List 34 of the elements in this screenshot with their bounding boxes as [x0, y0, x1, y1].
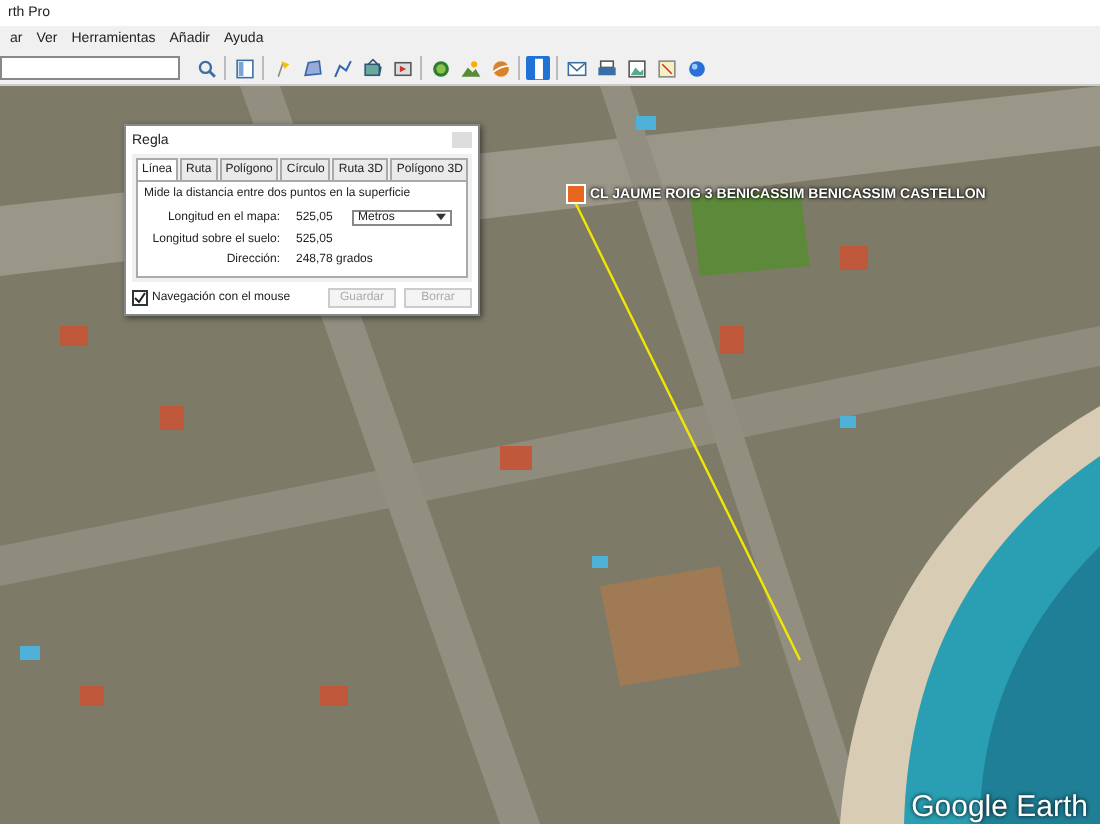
path-icon [331, 57, 353, 79]
map-icon [655, 57, 677, 79]
clock-icon [429, 57, 451, 79]
placemark-icon[interactable] [566, 184, 586, 204]
toolbar-button[interactable] [300, 56, 324, 80]
toolbar-button[interactable] [564, 56, 588, 80]
toolbar-button[interactable] [330, 56, 354, 80]
toolbar-button[interactable] [526, 56, 550, 80]
email-icon [565, 57, 587, 79]
toolbar-button[interactable] [594, 56, 618, 80]
toolbar-button[interactable] [360, 56, 384, 80]
planet-icon [489, 57, 511, 79]
toolbar-button[interactable] [488, 56, 512, 80]
map-logo: Google Earth [911, 790, 1088, 824]
search-icon [195, 57, 217, 79]
image-overlay-icon [361, 57, 383, 79]
caret-icon [436, 212, 446, 222]
toolbar-button[interactable] [194, 56, 218, 80]
checkbox[interactable] [132, 290, 148, 306]
polygon-icon [301, 57, 323, 79]
sidebar-icon [233, 57, 255, 79]
toolbar-button[interactable] [684, 56, 708, 80]
toolbar-button[interactable] [458, 56, 482, 80]
tour-icon [391, 57, 413, 79]
picture-icon [625, 57, 647, 79]
search-field[interactable] [0, 56, 180, 80]
toolbar-button[interactable] [390, 56, 414, 80]
toolbar-button[interactable] [624, 56, 648, 80]
toolbar-button[interactable] [654, 56, 678, 80]
toolbar-button[interactable] [232, 56, 256, 80]
print-icon [595, 57, 617, 79]
toolbar-button[interactable] [428, 56, 452, 80]
globe-icon [685, 57, 707, 79]
sun-landscape-icon [459, 57, 481, 79]
